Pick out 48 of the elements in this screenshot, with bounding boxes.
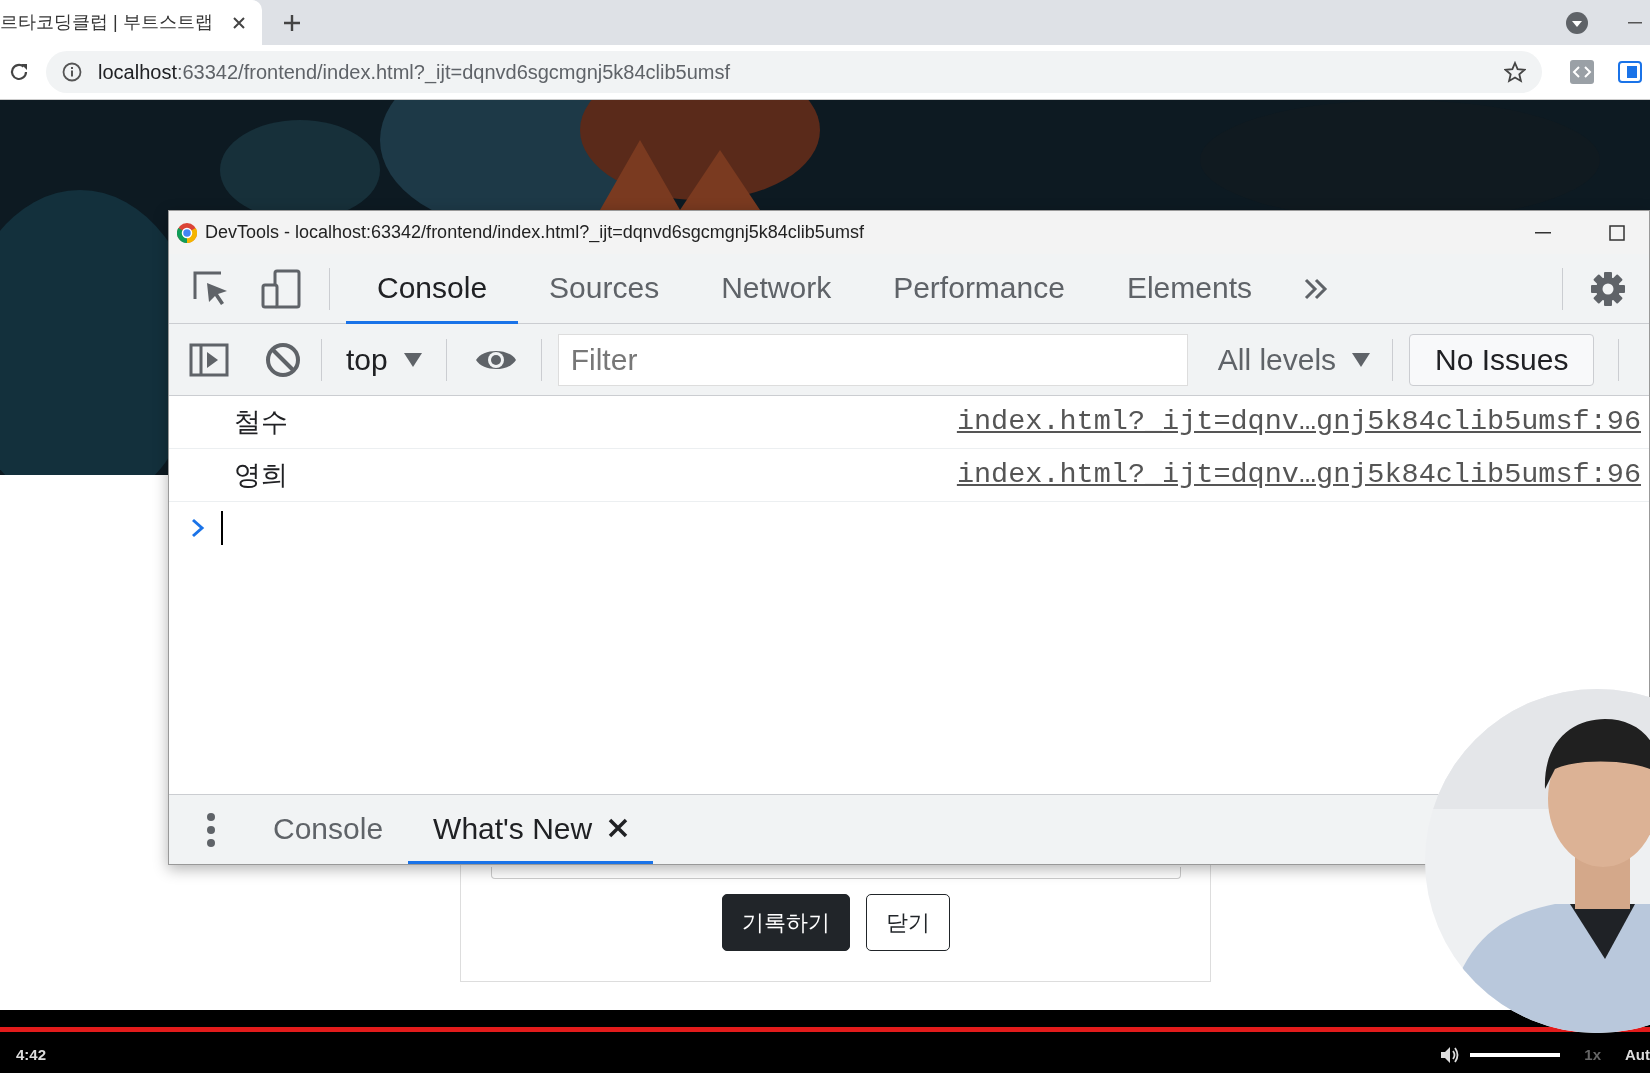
drawer-tab[interactable]: Console <box>248 795 409 864</box>
minimize-icon[interactable] <box>1535 231 1551 234</box>
info-icon[interactable] <box>62 62 82 82</box>
window-title: DevTools - localhost:63342/frontend/index.html?_ijt=dqnvd6sgcmgnj5k84clib5umsf <box>205 221 865 245</box>
devtools-tab[interactable]: Elements <box>1095 253 1283 324</box>
volume-slider[interactable] <box>1470 1053 1561 1057</box>
maximize-icon[interactable] <box>1609 224 1625 241</box>
prompt-icon <box>191 518 205 538</box>
progress-bar[interactable] <box>0 1027 1650 1032</box>
extension-icon[interactable] <box>1618 61 1642 83</box>
devtools-tab[interactable]: Sources <box>518 253 691 324</box>
close-icon[interactable] <box>232 15 246 30</box>
sidebar-icon[interactable] <box>189 342 229 377</box>
issues-button[interactable]: No Issues <box>1409 333 1595 386</box>
dropdown-icon[interactable] <box>1566 11 1588 34</box>
record-button[interactable]: 기록하기 <box>721 894 850 951</box>
caret-icon <box>403 352 422 367</box>
device-toolbar-icon[interactable] <box>261 268 301 309</box>
new-tab-icon[interactable] <box>282 12 302 33</box>
tab-title: 르타코딩클럽 | 부트스트랩 <box>0 11 213 34</box>
context-selector[interactable]: top <box>346 337 422 382</box>
filter-field[interactable]: Filter <box>557 333 1188 386</box>
more-icon[interactable] <box>206 811 216 848</box>
url-text: localhost:63342/frontend/index.html?_ijt=dqnvd6sgcmgnj5k84clib5umsf <box>98 60 732 86</box>
source-link[interactable]: index.html?_ijt=dqnv…gnj5k84clib5umsf:96 <box>956 400 1641 444</box>
code-extension-icon[interactable] <box>1570 60 1594 84</box>
speed-button[interactable]: 1x <box>1584 1043 1601 1067</box>
browser-tab[interactable]: 르타코딩클럽 | 부트스트랩 <box>0 0 262 45</box>
source-link[interactable]: index.html?_ijt=dqnv…gnj5k84clib5umsf:96 <box>956 453 1641 497</box>
time-label: 4:42 <box>16 1044 47 1065</box>
console-message: 철수 <box>234 405 288 439</box>
levels-dropdown[interactable]: All levels <box>1211 336 1377 383</box>
close-button[interactable]: 닫기 <box>865 894 950 951</box>
devtools-tab[interactable]: Performance <box>862 253 1096 324</box>
close-icon[interactable] <box>608 818 629 838</box>
drawer-tab[interactable]: What's New <box>408 795 654 864</box>
clear-icon[interactable] <box>265 341 301 378</box>
minimize-icon[interactable] <box>1628 21 1642 24</box>
caret-icon <box>1352 352 1371 367</box>
settings-icon[interactable] <box>1589 269 1627 308</box>
more-tabs-icon[interactable] <box>1303 276 1329 301</box>
quality-button[interactable]: Aut <box>1625 1043 1650 1067</box>
volume-icon[interactable] <box>1440 1046 1461 1064</box>
star-icon[interactable] <box>1504 61 1526 83</box>
devtools-tab[interactable]: Network <box>690 253 863 324</box>
browser-logo-icon <box>177 222 197 243</box>
reload-icon[interactable] <box>8 61 30 83</box>
console-message: 영희 <box>234 458 288 492</box>
